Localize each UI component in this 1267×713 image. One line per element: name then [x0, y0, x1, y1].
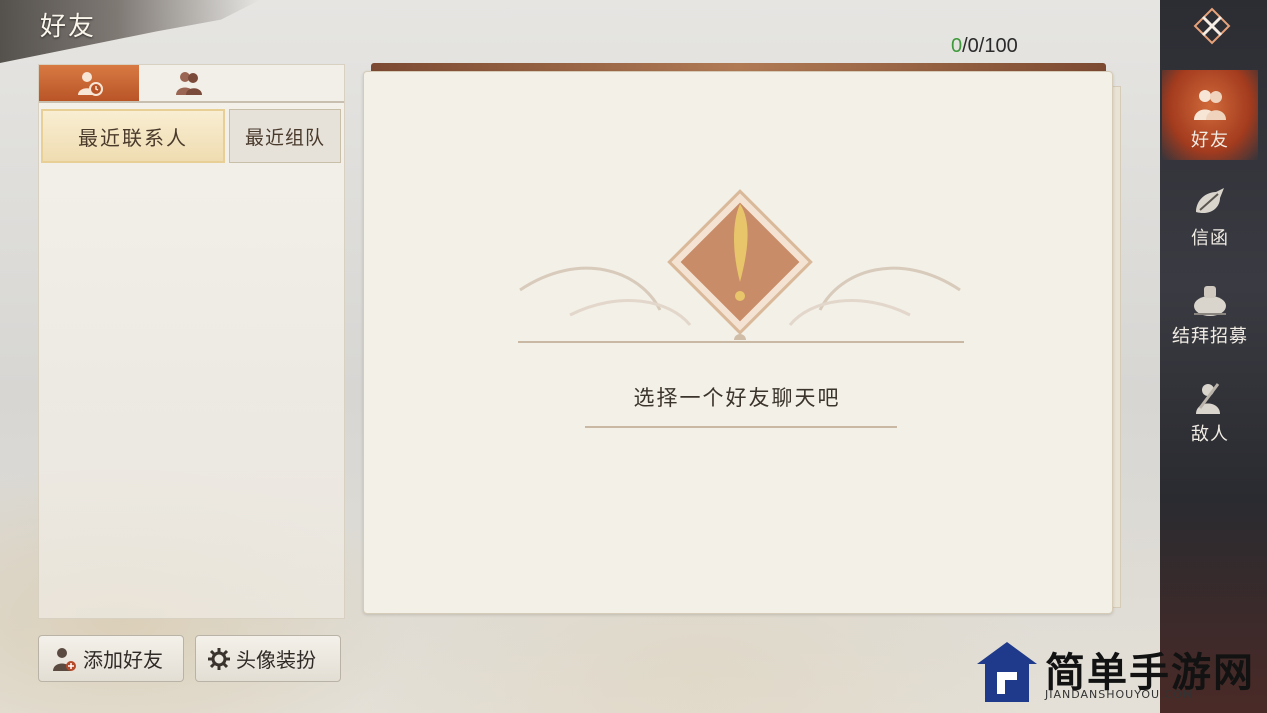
house-logo-icon [977, 642, 1037, 702]
close-button[interactable] [1190, 4, 1234, 48]
sworn-recruit-icon [1194, 286, 1226, 316]
subtab-recent-contacts[interactable]: 最近联系人 [41, 109, 225, 163]
nav-label-sworn-recruit: 结拜招募 [1172, 326, 1248, 347]
watermark-subtitle: JIANDANSHOUYOU.COM [1045, 688, 1194, 701]
divider-bottom [585, 426, 897, 428]
tab-recent-contacts[interactable] [39, 65, 139, 101]
nav-label-letters: 信函 [1191, 228, 1229, 249]
empty-chat-message: 选择一个好友聊天吧 [633, 386, 841, 410]
avatar-dress-label: 头像装扮 [236, 648, 316, 672]
avatar-dress-button[interactable]: 头像装扮 [195, 635, 341, 682]
online-count: 0 [951, 35, 963, 57]
close-icon [1193, 7, 1231, 45]
tab-friends-group[interactable] [139, 65, 239, 101]
friend-counter: 0/0/100 [951, 35, 1018, 58]
recent-contacts-icon [78, 72, 103, 96]
page-title: 好友 [40, 12, 97, 42]
add-friend-label: 添加好友 [83, 648, 163, 672]
subtab-recent-team[interactable]: 最近组队 [229, 109, 341, 163]
friends-group-icon [176, 72, 202, 95]
nav-item-friends[interactable]: 好友 [1162, 70, 1258, 160]
divider-top [518, 341, 964, 343]
enemy-icon [1196, 383, 1220, 414]
friends-icon [1194, 90, 1226, 120]
letter-icon [1196, 188, 1224, 214]
cloud-ornament [519, 266, 961, 340]
friend-list-panel: 最近联系人 最近组队 [38, 64, 345, 619]
nav-item-enemies[interactable]: 敌人 [1162, 366, 1258, 454]
nav-item-sworn-recruit[interactable]: 结拜招募 [1162, 268, 1258, 356]
nav-label-enemies: 敌人 [1191, 424, 1229, 445]
add-friend-button[interactable]: 添加好友 [38, 635, 184, 682]
nav-label-friends: 好友 [1191, 130, 1229, 151]
watermark: 简单手游网 JIANDANSHOUYOU.COM [975, 638, 1255, 708]
panel-tab-bar [39, 65, 344, 103]
gear-icon [208, 647, 230, 670]
nav-item-letters[interactable]: 信函 [1162, 170, 1258, 258]
counter-rest: /0/100 [962, 35, 1018, 57]
add-friend-icon [53, 647, 76, 671]
